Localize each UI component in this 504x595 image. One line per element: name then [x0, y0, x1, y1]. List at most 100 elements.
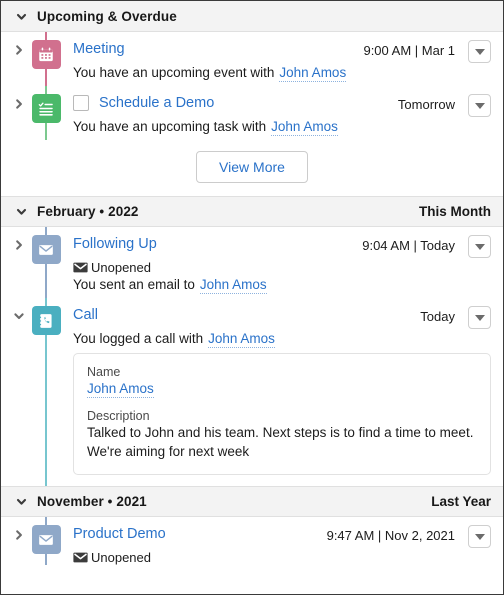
item-title-link[interactable]: Product Demo	[73, 526, 166, 542]
chevron-right-icon[interactable]	[13, 44, 25, 56]
related-record-link[interactable]: John Amos	[271, 119, 338, 136]
section-meta: This Month	[419, 204, 491, 219]
section-header-left: February • 2022	[15, 204, 139, 219]
title-wrap: Call	[73, 306, 412, 323]
timeline-item-email-following-up: Following Up 9:04 AM | Today Unopened Yo…	[1, 227, 503, 298]
item-rail	[29, 298, 63, 487]
unopened-email-icon	[73, 552, 88, 563]
email-icon	[31, 235, 61, 264]
item-description: You have an upcoming task with John Amos	[73, 119, 491, 136]
field-value-description: Talked to John and his team. Next steps …	[87, 425, 474, 459]
row-actions-dropdown[interactable]	[468, 94, 491, 117]
field-value-name-link[interactable]: John Amos	[87, 381, 154, 398]
email-status: Unopened	[73, 550, 491, 565]
section-header-left: Upcoming & Overdue	[15, 9, 177, 24]
item-rail	[29, 517, 63, 566]
item-description: You sent an email to John Amos	[73, 277, 491, 294]
item-title-link[interactable]: Following Up	[73, 236, 157, 252]
expand-toggle-product-demo[interactable]	[9, 517, 29, 565]
chevron-down-icon[interactable]	[15, 10, 28, 23]
view-more-button[interactable]: View More	[196, 151, 308, 183]
section-header-february[interactable]: February • 2022 This Month	[1, 196, 503, 227]
timeline-item-call: Call Today You logged a call with John Am…	[1, 298, 503, 487]
item-top-row: Product Demo 9:47 AM | Nov 2, 2021	[73, 525, 491, 549]
chevron-right-icon[interactable]	[13, 239, 25, 251]
section-title: Upcoming & Overdue	[37, 8, 177, 24]
timeline-item-meeting: Meeting 9:00 AM | Mar 1 You have an upco…	[1, 32, 503, 86]
expand-toggle-task[interactable]	[9, 86, 29, 140]
item-description: You have an upcoming event with John Amos	[73, 65, 491, 82]
field-label-description: Description	[87, 409, 150, 423]
item-timestamp: 9:47 AM | Nov 2, 2021	[326, 528, 455, 544]
caret-down-icon	[474, 533, 485, 540]
item-top-row: Schedule a Demo Tomorrow	[73, 94, 491, 117]
title-wrap: Schedule a Demo	[73, 94, 390, 111]
item-timestamp: Today	[420, 309, 455, 324]
caret-down-icon	[474, 314, 485, 321]
section-title: November • 2021	[37, 494, 147, 510]
item-timestamp: 9:00 AM | Mar 1	[363, 43, 455, 58]
title-wrap: Product Demo	[73, 525, 319, 542]
chevron-right-icon[interactable]	[13, 98, 25, 110]
section-header-november[interactable]: November • 2021 Last Year	[1, 486, 503, 518]
item-top-row: Meeting 9:00 AM | Mar 1	[73, 40, 491, 63]
activity-timeline: Upcoming & Overdue Meeting 9:00 AM | Mar…	[0, 0, 504, 595]
item-timestamp: 9:04 AM | Today	[362, 238, 455, 253]
item-rail	[29, 32, 63, 86]
item-title-link[interactable]: Meeting	[73, 41, 125, 57]
item-body: Call Today You logged a call with John Am…	[63, 298, 491, 486]
description-text: You sent an email to	[73, 277, 195, 292]
item-top-row: Call Today	[73, 306, 491, 329]
view-more-row: View More	[1, 140, 503, 196]
chevron-right-icon[interactable]	[13, 529, 25, 541]
timeline-item-email-product-demo: Product Demo 9:47 AM | Nov 2, 2021 Unope…	[1, 517, 503, 566]
item-rail	[29, 227, 63, 298]
item-description: You logged a call with John Amos	[73, 331, 491, 348]
expand-toggle-meeting[interactable]	[9, 32, 29, 86]
chevron-down-icon[interactable]	[15, 495, 28, 508]
collapse-toggle-call[interactable]	[9, 298, 29, 486]
status-text: Unopened	[91, 260, 151, 275]
item-body: Product Demo 9:47 AM | Nov 2, 2021 Unope…	[63, 517, 491, 565]
title-wrap: Meeting	[73, 40, 355, 57]
caret-down-icon	[474, 243, 485, 250]
item-body: Following Up 9:04 AM | Today Unopened Yo…	[63, 227, 491, 298]
field-label-name: Name	[87, 365, 121, 379]
row-actions-dropdown[interactable]	[468, 235, 491, 258]
item-title-link[interactable]: Call	[73, 307, 98, 323]
email-status: Unopened	[73, 260, 491, 275]
unopened-email-icon	[73, 262, 88, 273]
chevron-down-icon[interactable]	[15, 205, 28, 218]
related-record-link[interactable]: John Amos	[199, 277, 267, 294]
section-header-upcoming[interactable]: Upcoming & Overdue	[1, 1, 503, 32]
task-complete-checkbox[interactable]	[73, 95, 89, 111]
row-actions-dropdown[interactable]	[468, 306, 491, 329]
section-meta: Last Year	[431, 494, 491, 510]
row-actions-dropdown[interactable]	[468, 525, 491, 549]
section-title: February • 2022	[37, 204, 139, 219]
task-list-icon	[31, 94, 61, 123]
timeline-item-task: Schedule a Demo Tomorrow You have an upc…	[1, 86, 503, 140]
email-icon	[31, 525, 61, 555]
related-record-link[interactable]: John Amos	[279, 65, 347, 82]
field-description: Description Talked to John and his team.…	[87, 409, 477, 461]
description-text: You have an upcoming event with	[73, 65, 275, 80]
chevron-down-icon[interactable]	[13, 310, 25, 322]
calendar-icon	[31, 40, 61, 69]
item-timestamp: Tomorrow	[397, 97, 455, 112]
item-title-link[interactable]: Schedule a Demo	[99, 95, 214, 111]
item-rail	[29, 86, 63, 140]
title-wrap: Following Up	[73, 235, 354, 252]
item-top-row: Following Up 9:04 AM | Today	[73, 235, 491, 258]
description-text: You have an upcoming task with	[73, 119, 267, 134]
item-body: Schedule a Demo Tomorrow You have an upc…	[63, 86, 491, 140]
related-record-link[interactable]: John Amos	[208, 331, 275, 348]
field-name: Name John Amos	[87, 365, 477, 398]
expand-toggle-email[interactable]	[9, 227, 29, 298]
item-body: Meeting 9:00 AM | Mar 1 You have an upco…	[63, 32, 491, 86]
description-text: You logged a call with	[73, 331, 204, 346]
caret-down-icon	[474, 48, 485, 55]
row-actions-dropdown[interactable]	[468, 40, 491, 63]
section-header-left: November • 2021	[15, 494, 147, 509]
call-log-icon	[31, 306, 61, 335]
